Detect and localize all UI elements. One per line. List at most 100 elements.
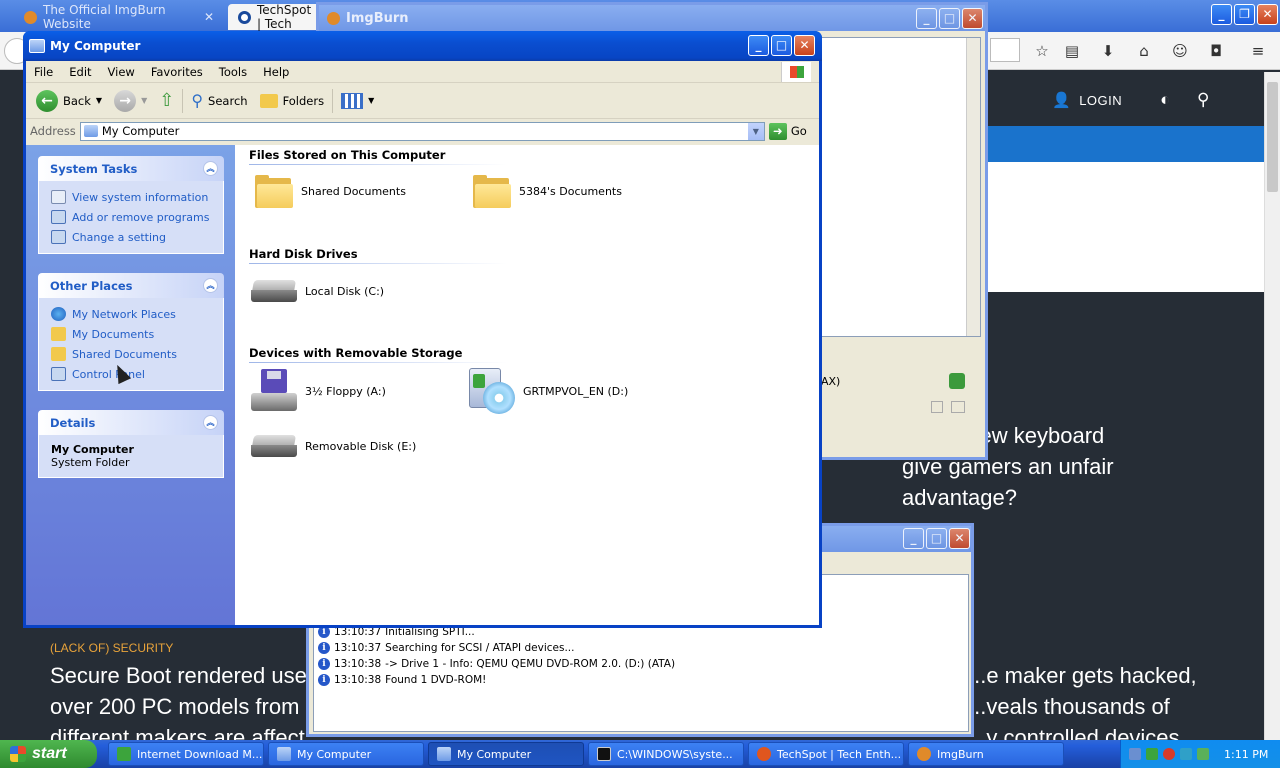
taskbar-button-my-computer[interactable]: My Computer xyxy=(268,742,424,766)
taskbar-button-cmd[interactable]: C:\WINDOWS\syste... xyxy=(588,742,744,766)
close-button[interactable]: ✕ xyxy=(949,528,970,549)
item-shared-documents[interactable]: Shared Documents xyxy=(255,175,406,208)
address-field[interactable]: My Computer ▼ xyxy=(79,121,765,141)
system-tasks-header[interactable]: System Tasks ︽ xyxy=(38,156,224,181)
headline-line: different makers are affect... xyxy=(50,725,312,740)
folder-icon xyxy=(473,175,511,208)
scrollbar-thumb[interactable] xyxy=(1267,82,1278,192)
close-tab-icon[interactable]: ✕ xyxy=(204,10,214,24)
search-button[interactable]: ⚲ Search xyxy=(187,89,251,112)
log-text: Found 1 DVD-ROM! xyxy=(385,674,487,686)
item-removable-e[interactable]: Removable Disk (E:) xyxy=(251,433,416,459)
collapse-chevron-icon[interactable]: ︽ xyxy=(203,278,218,293)
collapse-chevron-icon[interactable]: ︽ xyxy=(203,161,218,176)
green-puzzle-icon[interactable] xyxy=(949,373,965,389)
item-floppy-a[interactable]: 3½ Floppy (A:) xyxy=(251,369,386,413)
place-shared-documents[interactable]: Shared Documents xyxy=(51,344,223,364)
go-arrow-icon[interactable]: ➜ xyxy=(768,122,787,140)
browser-tab-techspot[interactable]: TechSpot | Tech xyxy=(228,3,320,31)
task-add-remove-programs[interactable]: Add or remove programs xyxy=(51,207,223,227)
disc-info-icon[interactable] xyxy=(951,401,965,413)
log-time: 13:10:37 xyxy=(334,642,382,654)
start-button[interactable]: start xyxy=(0,740,97,768)
dropdown-arrow-icon[interactable]: ▼ xyxy=(96,96,102,105)
other-places-header[interactable]: Other Places ︽ xyxy=(38,273,224,298)
headline-right-bottom[interactable]: ...e maker gets hacked, ...veals thousan… xyxy=(968,660,1258,740)
browser-restore-button[interactable]: ❐ xyxy=(1234,4,1255,25)
close-button[interactable]: ✕ xyxy=(794,35,815,56)
menu-view[interactable]: View xyxy=(100,65,143,79)
window-titlebar[interactable]: My Computer xyxy=(23,31,822,61)
menu-help[interactable]: Help xyxy=(255,65,297,79)
dropdown-arrow-icon[interactable]: ▼ xyxy=(141,96,147,105)
scrollbar[interactable] xyxy=(966,38,980,336)
clock[interactable]: 1:11 PM xyxy=(1224,748,1268,761)
back-button[interactable]: ← Back ▼ xyxy=(32,88,106,114)
home-icon[interactable]: ⌂ xyxy=(1135,42,1153,60)
menu-edit[interactable]: Edit xyxy=(61,65,99,79)
headline-line: ...veals thousands of xyxy=(968,694,1170,719)
menu-file[interactable]: File xyxy=(26,65,61,79)
taskbar-label: My Computer xyxy=(457,747,532,761)
maximize-button[interactable]: □ xyxy=(771,35,792,56)
task-change-setting[interactable]: Change a setting xyxy=(51,227,223,247)
headline-left[interactable]: Secure Boot rendered usele... over 200 P… xyxy=(50,660,312,740)
maximize-button[interactable]: □ xyxy=(939,8,960,29)
log-line: i 13:10:38 -> Drive 1 - Info: QEMU QEMU … xyxy=(318,658,675,670)
taskbar-button-idm[interactable]: Internet Download M... xyxy=(108,742,264,766)
item-user-documents[interactable]: 5384's Documents xyxy=(473,175,622,208)
up-folder-button[interactable]: ⇧ xyxy=(155,88,178,113)
item-local-disk-c[interactable]: Local Disk (C:) xyxy=(251,278,384,304)
minimize-button[interactable]: _ xyxy=(916,8,937,29)
group-header-files: Files Stored on This Computer xyxy=(249,148,446,162)
imgburn-info-panel[interactable] xyxy=(821,37,981,337)
pocket-icon[interactable]: ◘ xyxy=(1207,42,1225,60)
browser-tab-imgburn-site[interactable]: The Official ImgBurn Website ✕ xyxy=(14,3,224,31)
place-network[interactable]: My Network Places xyxy=(51,304,223,324)
taskbar-button-my-computer-active[interactable]: My Computer xyxy=(428,742,584,766)
forward-button[interactable]: → ▼ xyxy=(110,88,151,114)
hamburger-menu-icon[interactable]: ≡ xyxy=(1249,42,1267,60)
login-link[interactable]: 👤 LOGIN ◐ ⚲ xyxy=(1052,90,1210,110)
place-control-panel[interactable]: Control Panel xyxy=(51,364,223,384)
shield-tray-icon[interactable] xyxy=(1180,748,1192,760)
idm-tray-icon[interactable] xyxy=(1146,748,1158,760)
download-arrow-icon[interactable]: ⬇ xyxy=(1099,42,1117,60)
menu-tools[interactable]: Tools xyxy=(211,65,255,79)
network-tray-icon[interactable] xyxy=(1129,748,1141,760)
go-button[interactable]: Go xyxy=(791,124,807,138)
speaker-tray-icon[interactable] xyxy=(1197,748,1209,760)
smiley-icon[interactable]: ☺ xyxy=(1171,42,1189,60)
browser-scrollbar[interactable] xyxy=(1264,72,1280,740)
menu-favorites[interactable]: Favorites xyxy=(143,65,211,79)
minimize-button[interactable]: _ xyxy=(903,528,924,549)
bookmark-star-icon[interactable]: ☆ xyxy=(1033,42,1051,60)
taskbar-button-techspot[interactable]: TechSpot | Tech Enth... xyxy=(748,742,904,766)
address-dropdown-icon[interactable]: ▼ xyxy=(746,122,764,140)
folders-button[interactable]: Folders xyxy=(256,92,329,110)
minimize-button[interactable]: _ xyxy=(748,35,769,56)
maximize-button[interactable]: □ xyxy=(926,528,947,549)
reader-list-icon[interactable]: ▤ xyxy=(1063,42,1081,60)
item-label: 5384's Documents xyxy=(519,185,622,198)
eject-icon[interactable] xyxy=(931,401,943,413)
views-button[interactable]: ▼ xyxy=(337,91,378,111)
security-tray-icon[interactable] xyxy=(1163,748,1175,760)
imgburn-titlebar[interactable]: ImgBurn xyxy=(319,5,985,31)
close-button[interactable]: ✕ xyxy=(962,8,983,29)
place-my-documents[interactable]: My Documents xyxy=(51,324,223,344)
task-view-system-info[interactable]: View system information xyxy=(51,187,223,207)
details-header[interactable]: Details ︽ xyxy=(38,410,224,435)
firefox-icon xyxy=(757,747,771,761)
url-bar-edge[interactable] xyxy=(990,38,1020,62)
up-arrow-icon: ⇧ xyxy=(159,90,175,111)
contrast-toggle-icon[interactable]: ◐ xyxy=(1160,90,1171,110)
dropdown-arrow-icon[interactable]: ▼ xyxy=(368,96,374,105)
search-icon[interactable]: ⚲ xyxy=(1197,90,1210,110)
taskbar-button-imgburn[interactable]: ImgBurn xyxy=(908,742,1064,766)
browser-close-button[interactable]: ✕ xyxy=(1257,4,1278,25)
item-cd-d[interactable]: GRTMPVOL_EN (D:) xyxy=(469,368,628,414)
collapse-chevron-icon[interactable]: ︽ xyxy=(203,415,218,430)
browser-minimize-button[interactable]: _ xyxy=(1211,4,1232,25)
system-tasks-list: View system information Add or remove pr… xyxy=(38,181,224,254)
